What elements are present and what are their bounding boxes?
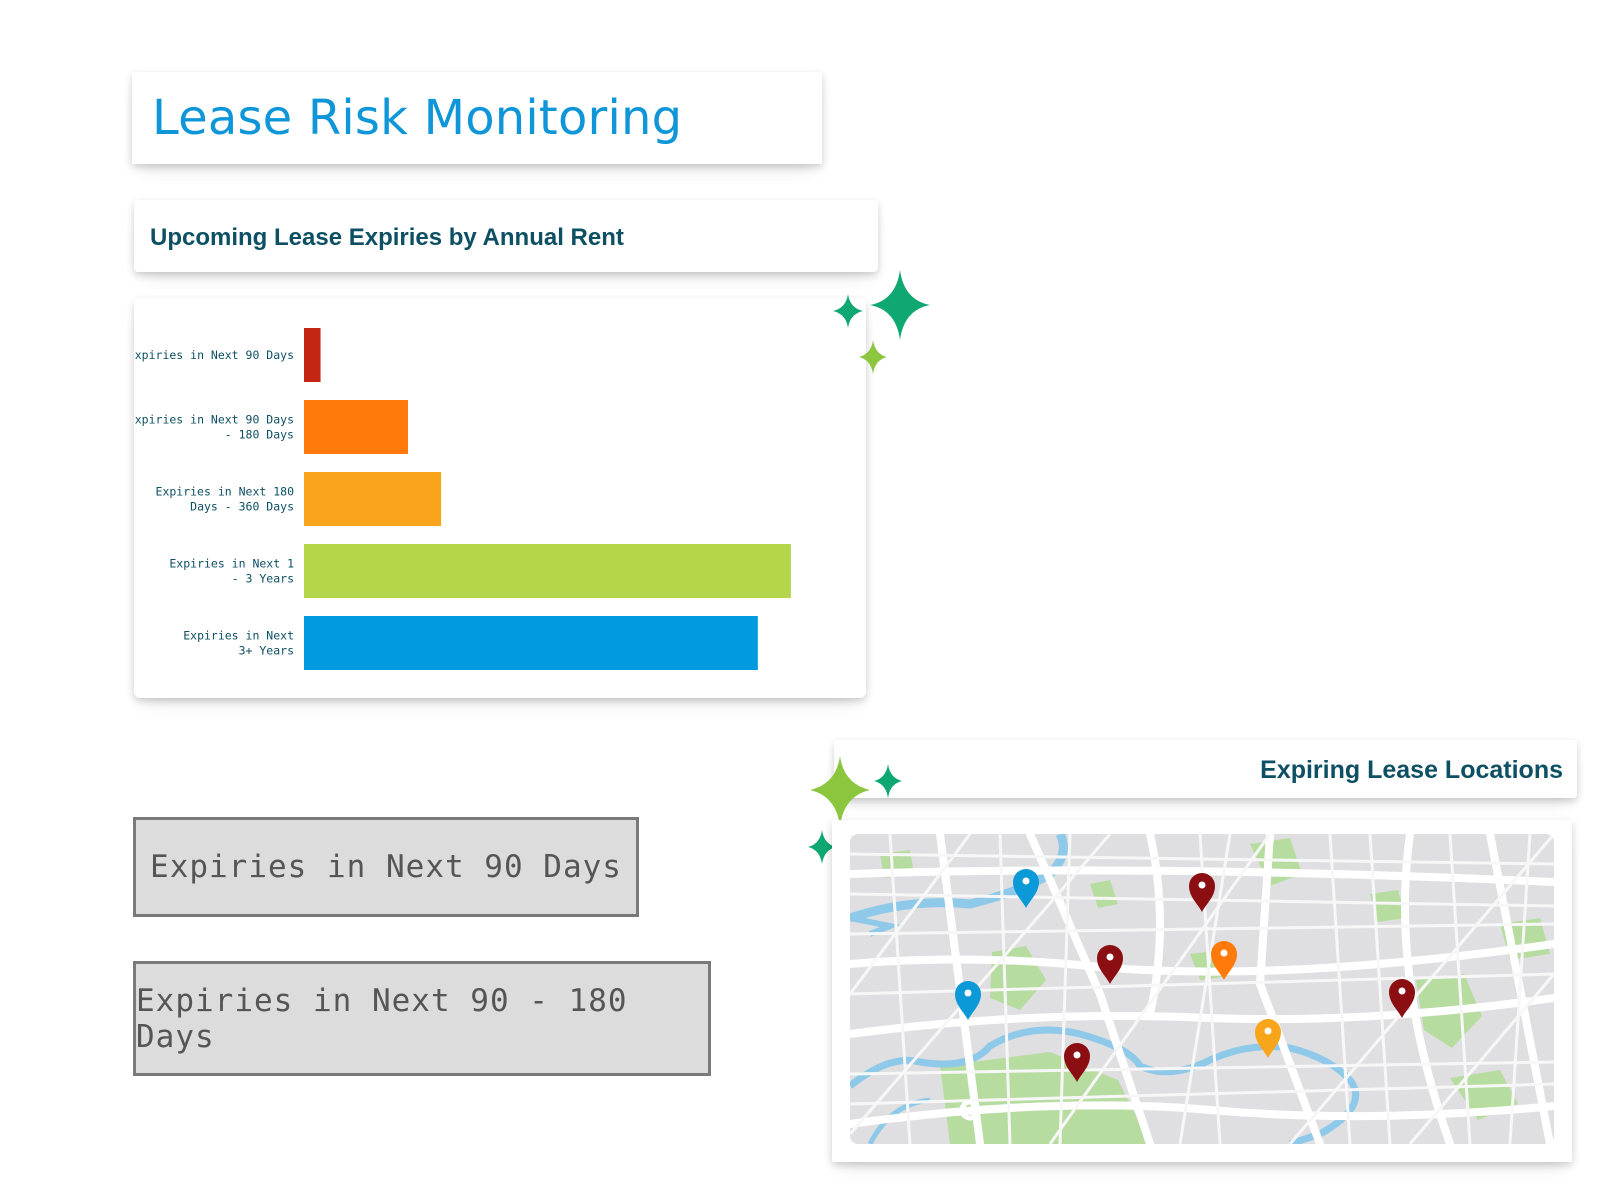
- page-title: Lease Risk Monitoring: [152, 90, 683, 146]
- bar-1[interactable]: [304, 328, 321, 382]
- bar-5[interactable]: [304, 616, 758, 670]
- filter-90-180-days-button[interactable]: Expiries in Next 90 - 180 Days: [133, 961, 711, 1076]
- map-title: Expiring Lease Locations: [1260, 756, 1563, 784]
- chart-title: Upcoming Lease Expiries by Annual Rent: [150, 224, 624, 251]
- city-map[interactable]: [850, 834, 1554, 1144]
- bar-2[interactable]: [304, 400, 408, 454]
- category-label: - 3 Years: [232, 572, 294, 586]
- sparkle-large-icon: [870, 270, 930, 340]
- category-label: 3+ Years: [239, 644, 294, 658]
- category-label: Expiries in Next 1: [169, 557, 294, 571]
- category-label: Expiries in Next 90 Days: [134, 413, 294, 427]
- sparkle-small-icon: [833, 294, 863, 328]
- map-title-card: Expiring Lease Locations: [834, 740, 1577, 798]
- category-label: Expiries in Next 180: [156, 485, 295, 499]
- category-label: Days - 360 Days: [190, 500, 294, 514]
- chart-title-card: Upcoming Lease Expiries by Annual Rent: [134, 200, 878, 272]
- sparkle-small-icon: [874, 764, 902, 798]
- category-label: Expiries in Next: [183, 629, 294, 643]
- bar-3[interactable]: [304, 472, 442, 526]
- sparkle-small-icon: [859, 340, 887, 374]
- bar-4[interactable]: [304, 544, 791, 598]
- chart-card: Expiries in Next 90 Days Expiries in Next…: [134, 298, 866, 698]
- title-card: Lease Risk Monitoring: [132, 72, 822, 164]
- category-label: Expiries in Next 90 Days: [134, 348, 294, 362]
- sparkle-large-icon: [810, 756, 870, 826]
- category-label: - 180 Days: [225, 428, 294, 442]
- map-card: [832, 820, 1572, 1162]
- filter-90-days-button[interactable]: Expiries in Next 90 Days: [133, 817, 639, 917]
- sparkle-decoration-top: [833, 270, 930, 374]
- bar-chart: Expiries in Next 90 Days Expiries in Next…: [134, 328, 791, 670]
